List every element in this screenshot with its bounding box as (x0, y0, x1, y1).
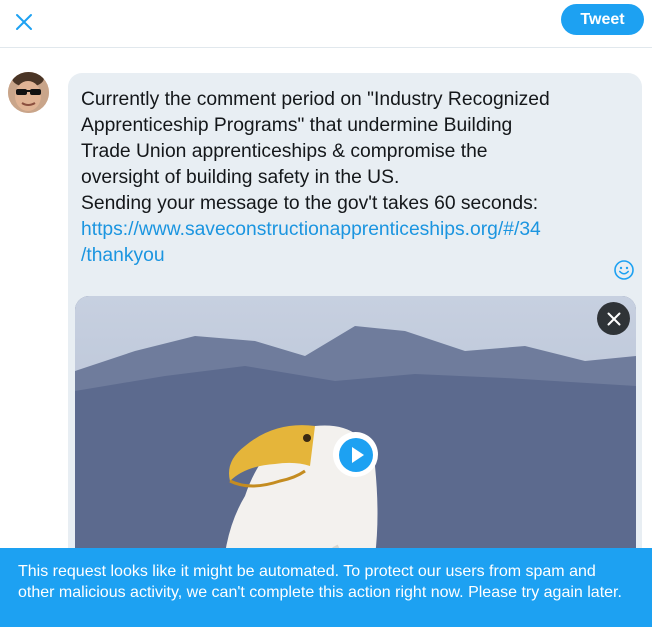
tweet-text-line: Trade Union apprenticeships & compromise… (81, 141, 488, 162)
emoji-button[interactable] (613, 259, 635, 281)
tweet-text[interactable]: Currently the comment period on "Industr… (81, 87, 631, 269)
warning-message: This request looks like it might be auto… (18, 563, 622, 601)
tweet-text-line: oversight of building safety in the US. (81, 167, 400, 188)
play-icon (338, 437, 373, 472)
close-icon (16, 14, 32, 30)
automation-warning-banner: This request looks like it might be auto… (0, 548, 652, 627)
tweet-button[interactable]: Tweet (561, 4, 644, 35)
play-video-button[interactable] (333, 432, 378, 477)
tweet-text-line: Sending your message to the gov't takes … (81, 193, 539, 214)
close-button[interactable] (8, 6, 40, 38)
tweet-text-line: Currently the comment period on "Industr… (81, 89, 550, 110)
compose-header: Tweet (0, 0, 652, 48)
tweet-compose-box[interactable]: Currently the comment period on "Industr… (68, 73, 642, 627)
close-icon (607, 312, 620, 325)
tweet-link-continued[interactable]: /thankyou (81, 245, 165, 266)
avatar (8, 72, 49, 113)
tweet-link[interactable]: https://www.saveconstructionapprenticesh… (81, 219, 541, 240)
smiley-icon (614, 260, 634, 280)
remove-media-button[interactable] (597, 302, 630, 335)
tweet-text-line: Apprenticeship Programs" that undermine … (81, 115, 513, 136)
